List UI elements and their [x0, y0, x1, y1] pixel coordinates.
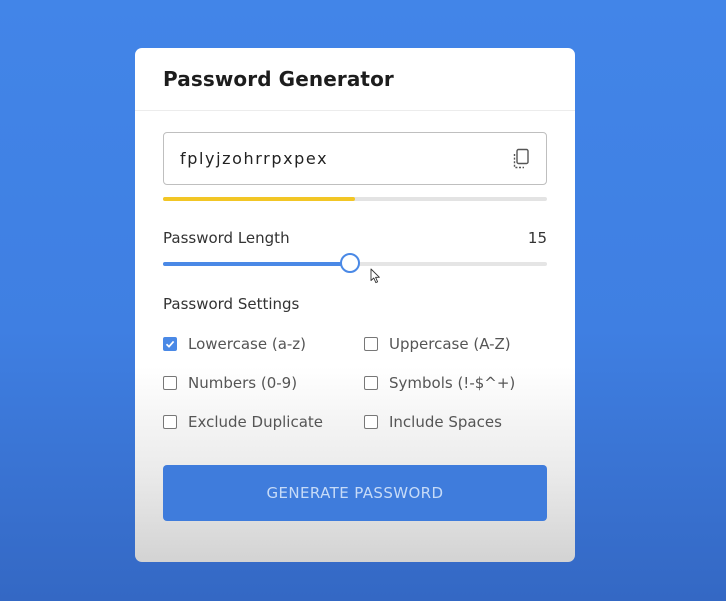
- option-lowercase[interactable]: Lowercase (a-z): [163, 335, 306, 353]
- page-title: Password Generator: [163, 67, 394, 91]
- lowercase-checkbox[interactable]: [163, 337, 177, 351]
- password-generator-card: Password Generator fplyjzohrrpxpex Passw…: [135, 48, 575, 562]
- numbers-label: Numbers (0-9): [188, 374, 298, 392]
- password-length-value: 15: [527, 229, 547, 247]
- password-output-field[interactable]: fplyjzohrrpxpex: [163, 132, 547, 185]
- strength-indicator: [163, 197, 547, 201]
- slider-fill: [163, 262, 350, 266]
- include-spaces-checkbox[interactable]: [364, 415, 378, 429]
- password-text[interactable]: fplyjzohrrpxpex: [180, 149, 328, 168]
- lowercase-label: Lowercase (a-z): [188, 335, 307, 353]
- option-numbers[interactable]: Numbers (0-9): [163, 374, 297, 392]
- password-settings-title: Password Settings: [163, 295, 300, 313]
- include-spaces-label: Include Spaces: [389, 413, 502, 431]
- uppercase-checkbox[interactable]: [364, 337, 378, 351]
- checkmark-icon: [165, 340, 175, 348]
- option-symbols[interactable]: Symbols (!-$^+): [364, 374, 515, 392]
- copy-icon[interactable]: [511, 148, 531, 170]
- uppercase-label: Uppercase (A-Z): [389, 335, 511, 353]
- card-header: Password Generator: [135, 48, 575, 111]
- numbers-checkbox[interactable]: [163, 376, 177, 390]
- symbols-checkbox[interactable]: [364, 376, 378, 390]
- symbols-label: Symbols (!-$^+): [389, 374, 516, 392]
- password-length-slider[interactable]: [163, 253, 547, 273]
- exclude-duplicate-checkbox[interactable]: [163, 415, 177, 429]
- generate-password-button[interactable]: GENERATE PASSWORD: [163, 465, 547, 521]
- mouse-pointer-icon: [370, 268, 380, 284]
- option-exclude-duplicate[interactable]: Exclude Duplicate: [163, 413, 323, 431]
- strength-indicator-fill: [163, 197, 355, 201]
- option-include-spaces[interactable]: Include Spaces: [364, 413, 502, 431]
- password-length-label: Password Length: [163, 229, 290, 247]
- exclude-duplicate-label: Exclude Duplicate: [188, 413, 323, 431]
- option-uppercase[interactable]: Uppercase (A-Z): [364, 335, 511, 353]
- slider-thumb[interactable]: [340, 253, 361, 273]
